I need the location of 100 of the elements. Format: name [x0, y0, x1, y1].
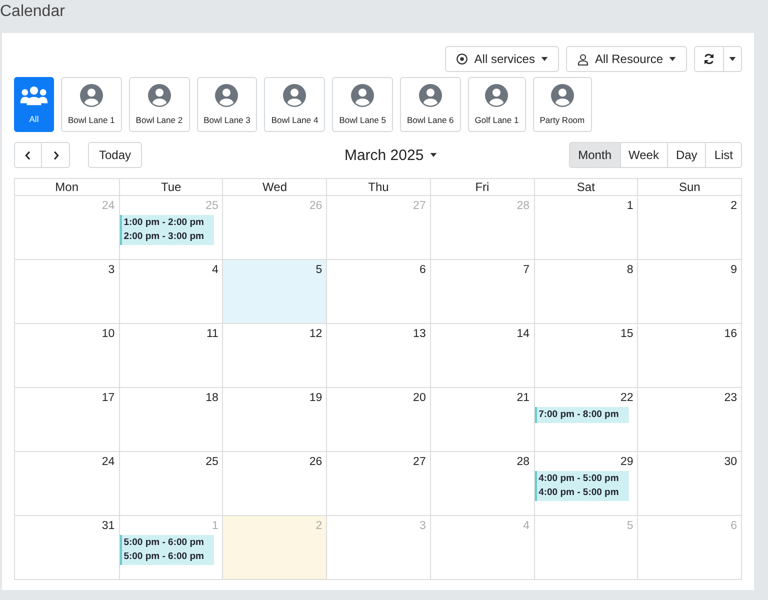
- resource-tile[interactable]: Bowl Lane 3: [196, 77, 258, 132]
- day-number: 5: [626, 520, 634, 532]
- day-cell[interactable]: 25: [118, 452, 222, 515]
- day-cell[interactable]: 25 1:00 pm - 2:00 pm 2:00 pm - 3:00 pm: [118, 196, 222, 259]
- previous-button[interactable]: [14, 142, 42, 168]
- today-button[interactable]: Today: [88, 142, 142, 168]
- event-time[interactable]: 1:00 pm - 2:00 pm: [124, 216, 212, 230]
- day-cell[interactable]: 5: [222, 260, 326, 323]
- view-tab[interactable]: Week: [620, 142, 668, 168]
- user-avatar-icon: [418, 84, 442, 107]
- user-icon: [576, 52, 589, 66]
- day-number: 27: [413, 200, 427, 212]
- refresh-button[interactable]: [694, 46, 724, 72]
- more-dropdown[interactable]: [724, 46, 742, 72]
- resource-tile[interactable]: Bowl Lane 6: [400, 77, 461, 132]
- day-cell[interactable]: 26: [222, 452, 326, 515]
- event-time[interactable]: 5:00 pm - 6:00 pm: [124, 550, 212, 564]
- day-cell[interactable]: 3: [15, 260, 119, 323]
- day-cell[interactable]: 12: [222, 324, 326, 387]
- day-number: 17: [102, 392, 116, 404]
- day-cell[interactable]: 7: [430, 260, 534, 323]
- day-cell[interactable]: 17: [15, 388, 119, 451]
- day-cell[interactable]: 22 7:00 pm - 8:00 pm: [534, 388, 638, 451]
- day-number: 25: [206, 456, 220, 468]
- day-cell[interactable]: 20: [326, 388, 430, 451]
- event-time[interactable]: 4:00 pm - 5:00 pm: [538, 486, 628, 500]
- day-cell[interactable]: 28: [430, 452, 534, 515]
- day-cell[interactable]: 13: [326, 324, 430, 387]
- next-button[interactable]: [42, 142, 70, 168]
- day-cell[interactable]: 16: [637, 324, 741, 387]
- day-cell[interactable]: 9: [637, 260, 741, 323]
- user-avatar-icon: [80, 84, 103, 107]
- day-number: 1: [212, 520, 220, 532]
- day-number: 8: [626, 264, 634, 276]
- view-tab[interactable]: List: [706, 142, 742, 168]
- user-avatar-icon: [485, 84, 508, 107]
- view-tab[interactable]: Month: [569, 142, 620, 168]
- day-number: 28: [516, 456, 531, 468]
- day-cell[interactable]: 1: [534, 196, 638, 259]
- day-cell[interactable]: 27: [326, 452, 430, 515]
- day-cell[interactable]: 23: [637, 388, 741, 451]
- day-cell[interactable]: 6: [326, 260, 430, 323]
- day-number: 3: [108, 264, 116, 276]
- event-time[interactable]: 4:00 pm - 5:00 pm: [538, 472, 628, 486]
- day-cell[interactable]: 29 4:00 pm - 5:00 pm 4:00 pm - 5:00 pm: [534, 452, 638, 515]
- weekday-header: Sun: [637, 179, 741, 195]
- day-cell[interactable]: 1 5:00 pm - 6:00 pm 5:00 pm - 6:00 pm: [118, 516, 222, 579]
- event-time[interactable]: 2:00 pm - 3:00 pm: [124, 230, 212, 244]
- user-avatar-icon: [283, 84, 306, 107]
- day-cell[interactable]: 31: [15, 516, 119, 579]
- day-number: 15: [620, 328, 634, 340]
- user-avatar-icon: [550, 84, 574, 107]
- resource-tile[interactable]: Bowl Lane 1: [61, 77, 122, 132]
- day-number: 16: [724, 328, 738, 340]
- user-avatar-icon: [215, 84, 238, 107]
- day-number: 28: [516, 200, 531, 212]
- day-number: 3: [419, 520, 427, 532]
- day-number: 21: [516, 392, 531, 404]
- day-cell[interactable]: 8: [534, 260, 638, 323]
- day-number: 9: [730, 264, 738, 276]
- resource-tile[interactable]: Bowl Lane 2: [128, 77, 190, 132]
- weekday-header: Mon: [54, 179, 80, 195]
- resources-dropdown[interactable]: All Resource: [566, 46, 687, 72]
- day-number: 24: [102, 200, 116, 212]
- month-title[interactable]: March 2025: [344, 146, 437, 164]
- day-cell[interactable]: 24: [15, 452, 119, 515]
- day-number: 5: [316, 264, 324, 276]
- day-number: 6: [730, 520, 738, 532]
- user-avatar-icon: [351, 84, 374, 107]
- resource-tile[interactable]: Bowl Lane 5: [332, 77, 393, 132]
- radio-icon: [456, 53, 468, 65]
- caret-icon: [430, 153, 437, 157]
- event-time[interactable]: 7:00 pm - 8:00 pm: [538, 408, 628, 422]
- resource-tile[interactable]: Bowl Lane 4: [264, 77, 326, 132]
- day-cell[interactable]: 11: [118, 324, 222, 387]
- day-cell[interactable]: 15: [534, 324, 638, 387]
- event-time[interactable]: 5:00 pm - 6:00 pm: [124, 536, 212, 550]
- services-dropdown[interactable]: All services: [445, 46, 559, 72]
- day-cell[interactable]: 21: [430, 388, 534, 451]
- resource-tile[interactable]: Party Room: [532, 77, 592, 132]
- resource-tile[interactable]: Golf Lane 1: [468, 77, 526, 132]
- day-cell[interactable]: 19: [222, 388, 326, 451]
- weekday-header: Fri: [430, 179, 534, 195]
- user-avatar-icon: [148, 84, 171, 107]
- day-number: 4: [212, 264, 220, 276]
- day-cell[interactable]: 30: [637, 452, 741, 515]
- view-tab[interactable]: Day: [668, 142, 706, 168]
- day-number: 2: [316, 520, 324, 532]
- day-cell[interactable]: 18: [118, 388, 222, 451]
- day-number: 18: [206, 392, 220, 404]
- day-cell[interactable]: 14: [430, 324, 534, 387]
- resource-tile[interactable]: All: [14, 77, 54, 132]
- day-cell[interactable]: 10: [15, 324, 119, 387]
- day-number: 19: [309, 392, 324, 404]
- day-number: 12: [309, 328, 324, 340]
- day-number: 24: [102, 456, 116, 468]
- day-number: 13: [413, 328, 427, 340]
- weekday-header: Tue: [118, 179, 222, 195]
- day-number: 26: [309, 456, 324, 468]
- day-cell[interactable]: 2: [637, 196, 741, 259]
